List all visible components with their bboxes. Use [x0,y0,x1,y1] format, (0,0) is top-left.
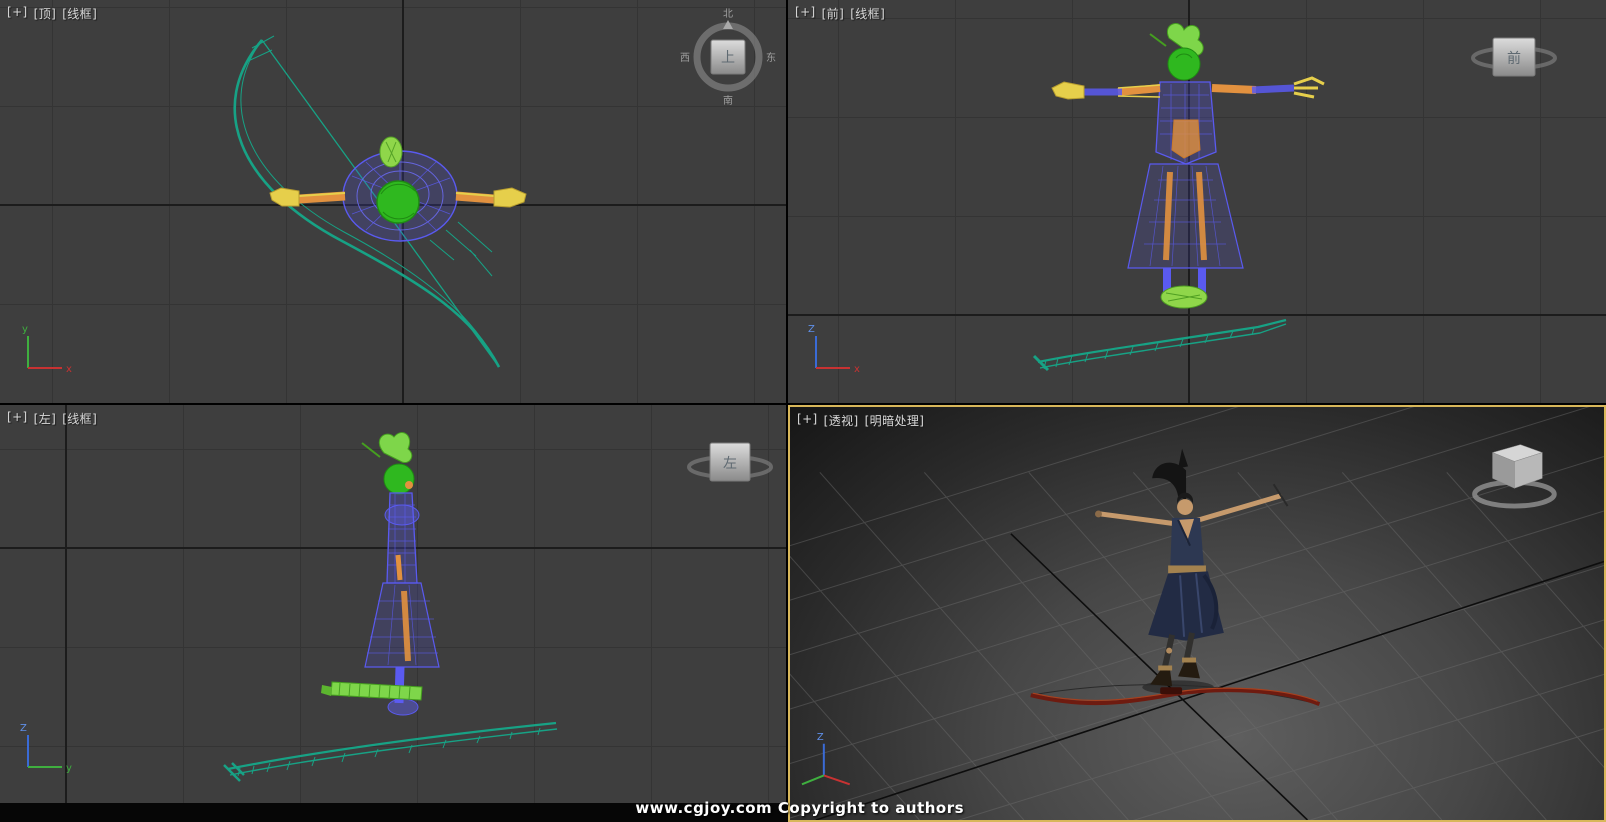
viewport-label-left: [+] [左] [线框] [7,410,97,427]
viewcube-top-face-label[interactable]: 上 [721,50,735,66]
viewcube-front-face-label[interactable]: 前 [1507,50,1521,67]
viewport-view-button[interactable]: [左] [34,410,57,427]
viewport-shading-button[interactable]: [明暗处理] [865,412,925,429]
bow-object-front[interactable] [1034,320,1286,370]
quad-viewport-workspace: 上 北 东 南 西 y x [+] [顶] [线框] [0,0,1606,822]
axis-label-z: Z [808,324,815,335]
viewport-label-perspective: [+] [透视] [明暗处理] [797,412,924,429]
perspective-view-canvas: Z [790,407,1604,820]
svg-text:南: 南 [723,94,733,107]
viewport-top[interactable]: 上 北 东 南 西 y x [+] [顶] [线框] [0,0,786,403]
viewport-shading-button[interactable]: [线框] [62,5,97,22]
character-front[interactable] [1052,24,1324,308]
viewcube-left[interactable]: 左 [689,443,771,481]
viewport-label-front: [+] [前] [线框] [795,5,885,22]
viewport-menu-button[interactable]: [+] [795,5,816,22]
viewport-perspective-active[interactable]: Z [+] [透视] [明暗处理] [788,405,1606,822]
quiver-object-left[interactable] [321,682,422,700]
axis-label-x: x [854,364,860,375]
viewcube-left-face-label[interactable]: 左 [723,456,737,472]
viewport-view-button[interactable]: [透视] [824,412,859,429]
character-left[interactable] [362,433,439,715]
viewport-view-button[interactable]: [前] [822,5,845,22]
top-view-canvas: 上 北 东 南 西 y x [0,0,786,403]
viewport-shading-button[interactable]: [线框] [62,410,97,427]
viewport-shading-button[interactable]: [线框] [850,5,885,22]
viewport-view-button[interactable]: [顶] [34,5,57,22]
svg-text:西: 西 [680,53,690,64]
bow-object-perspective[interactable] [1031,685,1320,704]
character-top[interactable] [270,137,526,241]
bow-object-left[interactable] [224,723,557,781]
svg-text:东: 东 [766,51,776,64]
viewcube-top[interactable]: 上 北 东 南 西 [680,8,776,107]
viewport-left[interactable]: 左 Z y [+] [左] [线框] [0,405,786,803]
viewport-front[interactable]: 前 Z x [+] [前] [线框] [788,0,1606,403]
watermark-text: www.cgjoy.com Copyright to authors [635,799,964,817]
left-view-canvas: 左 Z y [0,405,786,803]
svg-text:北: 北 [723,8,733,20]
viewport-menu-button[interactable]: [+] [7,5,28,22]
viewport-menu-button[interactable]: [+] [797,412,818,429]
axis-tripod-front: Z x [808,324,860,375]
axis-label-y: y [66,763,72,774]
axis-label-x: x [66,364,72,375]
viewport-menu-button[interactable]: [+] [7,410,28,427]
viewcube-perspective[interactable] [1475,445,1555,506]
axis-label-z: Z [817,732,824,743]
viewport-label-top: [+] [顶] [线框] [7,5,97,22]
axis-label-y: y [22,324,28,335]
axis-label-z: Z [20,723,27,734]
character-perspective[interactable] [1095,449,1288,687]
front-view-canvas: 前 Z x [788,0,1606,403]
viewcube-front[interactable]: 前 [1473,38,1555,76]
axis-tripod-top: y x [22,324,72,375]
axis-tripod-left: Z y [20,723,72,774]
